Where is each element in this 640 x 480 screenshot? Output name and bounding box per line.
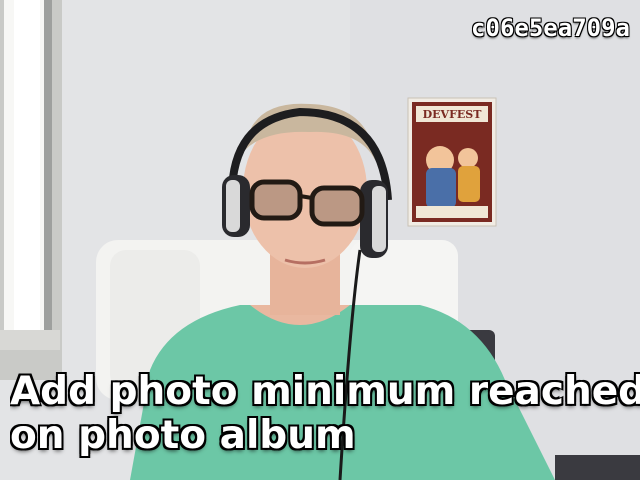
poster-title: DEVFEST xyxy=(423,108,483,121)
video-frame: DEVFEST c06e5ea709a Add photo minimum re… xyxy=(0,0,640,480)
caption-line-1: Add photo minimum reached ale xyxy=(10,370,640,414)
window xyxy=(0,0,62,380)
caption-line-2: on photo album xyxy=(10,413,356,458)
frame-id-label: c06e5ea709a xyxy=(471,14,630,42)
poster-devfest: DEVFEST xyxy=(407,97,497,227)
caption-text: Add photo minimum reached ale on photo a… xyxy=(10,370,640,458)
